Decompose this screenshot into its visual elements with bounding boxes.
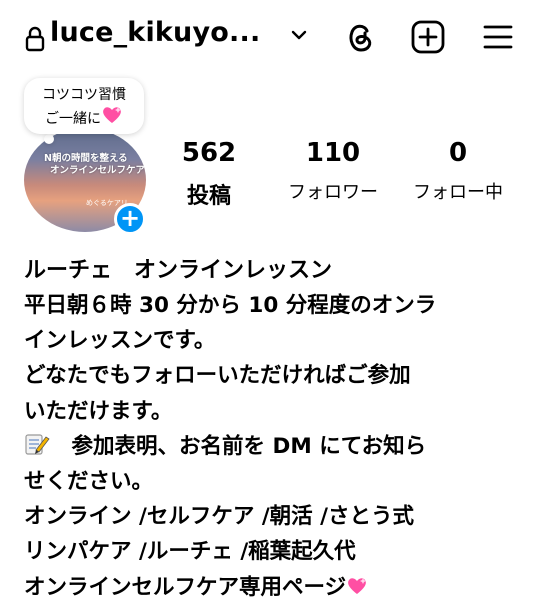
- bio-line: インレッスンです。: [24, 328, 216, 354]
- note-line-2: ご一緒に: [24, 105, 144, 129]
- posts-label: 投稿: [186, 184, 231, 209]
- note-line-text: ご一緒に: [45, 111, 101, 127]
- followers-count[interactable]: 110 フォロワー: [273, 138, 393, 204]
- bio-line-text: 参加表明、お名前を DM にてお知ら: [50, 433, 427, 459]
- bio-line-text: オンラインセルフケア専用ページ: [24, 574, 347, 600]
- posts-count[interactable]: 562 投稿: [172, 138, 246, 210]
- following-count[interactable]: 0 フォロー中: [400, 138, 516, 204]
- note-line: コツコツ習慣: [42, 87, 126, 103]
- posts-value: 562: [181, 138, 237, 168]
- add-story-button[interactable]: +: [114, 203, 146, 235]
- profile-name: ルーチェ オンラインレッスン: [24, 258, 333, 283]
- username-switcher[interactable]: luce_kikuyo...: [50, 17, 260, 48]
- new-post-icon[interactable]: [411, 20, 445, 54]
- sparkling-heart-icon: [103, 107, 121, 123]
- following-value: 0: [448, 138, 468, 168]
- bio-line: 平日朝６時 30 分から 10 分程度のオンラ: [24, 293, 437, 318]
- followers-label: フォロワー: [288, 182, 378, 203]
- chevron-down-icon[interactable]: [290, 28, 308, 42]
- threads-icon[interactable]: [345, 20, 375, 54]
- sparkling-heart-icon: [348, 577, 367, 594]
- followers-value: 110: [305, 138, 361, 168]
- bio-line: せください。: [24, 469, 154, 495]
- bio-text: 平日朝６時 30 分から 10 分程度のオンラ インレッスンです。 どなたでもフ…: [24, 288, 524, 605]
- bio-line: どなたでもフォローいただければご参加: [24, 363, 411, 389]
- lock-icon: [25, 26, 45, 52]
- following-label: フォロー中: [413, 182, 503, 203]
- note-bubble[interactable]: コツコツ習慣 ご一緒に: [24, 78, 144, 134]
- bio-line: オンライン /セルフケア /朝活 /さとう式: [24, 504, 415, 530]
- top-bar: luce_kikuyo...: [0, 0, 537, 78]
- menu-icon[interactable]: [482, 22, 514, 52]
- bio-line-with-icon: 参加表明、お名前を DM にてお知ら: [24, 429, 524, 464]
- memo-icon: [25, 434, 50, 455]
- bio-line: いただけます。: [24, 398, 173, 424]
- note-bubble-tail: [44, 134, 54, 144]
- avatar-text-line: オンラインセルフケア: [50, 165, 146, 176]
- bio-line: リンパケア /ルーチェ /稲葉起久代: [24, 539, 356, 565]
